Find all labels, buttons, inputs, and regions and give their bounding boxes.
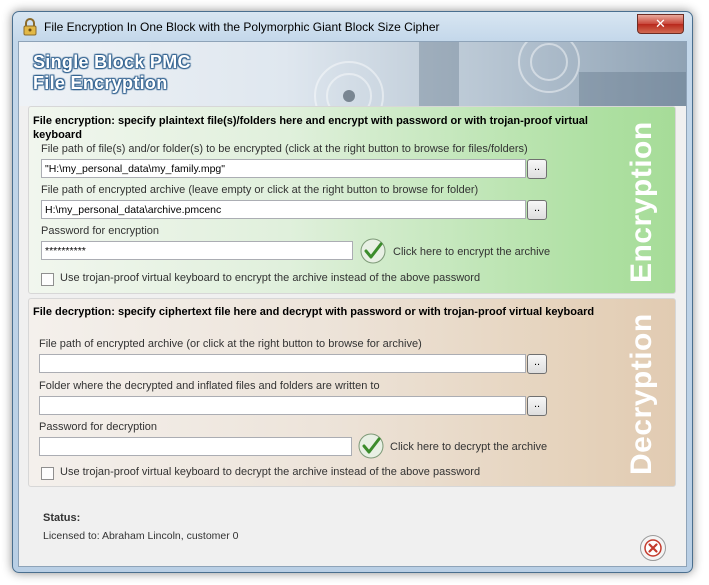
output-folder-field[interactable] (39, 396, 526, 415)
source-path-field[interactable]: "H:\my_personal_data\my_family.mpg" (41, 159, 526, 178)
output-folder-label: Folder where the decrypted and inflated … (39, 380, 380, 392)
encrypt-virtual-keyboard-checkbox[interactable] (41, 273, 54, 286)
browse-source-button[interactable]: .. (527, 159, 547, 179)
decrypt-archive-button[interactable]: Click here to decrypt the archive (390, 441, 547, 453)
encrypted-archive-field[interactable]: H:\my_personal_data\archive.pmcenc (41, 200, 526, 219)
encryption-password-field[interactable]: ********** (41, 241, 353, 260)
encryption-side-label: Encryption (625, 121, 658, 283)
close-icon: ✕ (655, 16, 666, 31)
window-title: File Encryption In One Block with the Po… (44, 20, 440, 34)
license-text: Licensed to: Abraham Lincoln, customer 0 (43, 530, 239, 542)
checkmark-icon[interactable] (360, 238, 386, 264)
banner-title-line2: File Encryption (33, 73, 168, 93)
decrypt-archive-field[interactable] (39, 354, 526, 373)
decrypt-archive-label: File path of encrypted archive (or click… (39, 338, 422, 350)
title-bar: File Encryption In One Block with the Po… (13, 12, 692, 42)
lock-icon (23, 18, 37, 36)
source-path-label: File path of file(s) and/or folder(s) to… (41, 143, 528, 155)
browse-decrypt-archive-button[interactable]: .. (527, 354, 547, 374)
decrypt-virtual-keyboard-checkbox[interactable] (41, 467, 54, 480)
decrypt-virtual-keyboard-label: Use trojan-proof virtual keyboard to dec… (60, 466, 481, 478)
app-window: File Encryption In One Block with the Po… (12, 11, 693, 573)
banner-title-line1: Single Block PMC (33, 52, 191, 72)
checkmark-icon[interactable] (358, 433, 384, 459)
encryption-panel: File encryption: specify plaintext file(… (28, 106, 676, 294)
client-area: Single Block PMC File Encryption File en… (18, 41, 687, 567)
decryption-password-label: Password for decryption (39, 421, 157, 433)
encryption-heading: File encryption: specify plaintext file(… (33, 115, 588, 141)
browse-archive-button[interactable]: .. (527, 200, 547, 220)
exit-icon[interactable] (639, 534, 667, 562)
encryption-password-label: Password for encryption (41, 225, 159, 237)
close-button[interactable]: ✕ (637, 14, 684, 34)
decryption-side-label: Decryption (625, 313, 658, 475)
banner: Single Block PMC File Encryption (19, 42, 686, 106)
status-label: Status: (43, 512, 81, 524)
browse-output-folder-button[interactable]: .. (527, 396, 547, 416)
encrypt-virtual-keyboard-label: Use trojan-proof virtual keyboard to enc… (60, 272, 481, 284)
decryption-panel: File decryption: specify ciphertext file… (28, 298, 676, 487)
encrypted-archive-label: File path of encrypted archive (leave em… (41, 184, 479, 196)
encrypt-archive-button[interactable]: Click here to encrypt the archive (393, 246, 550, 258)
decryption-heading: File decryption: specify ciphertext file… (33, 306, 595, 318)
decryption-password-field[interactable] (39, 437, 352, 456)
